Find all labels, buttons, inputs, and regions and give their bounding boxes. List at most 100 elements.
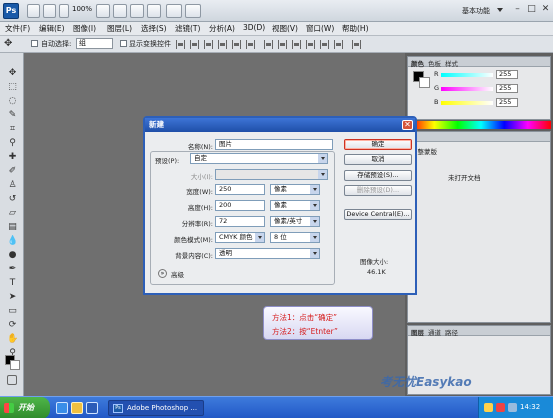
move-tool-icon[interactable]: ✥ [4, 38, 12, 50]
auto-select-checkbox[interactable] [31, 40, 38, 47]
hand-tool-button[interactable] [96, 4, 110, 18]
marquee-tool-icon[interactable]: ⬚ [7, 82, 18, 92]
bit-depth-dropdown[interactable]: 8 位 [270, 232, 320, 243]
name-field[interactable]: 图片 [215, 139, 333, 150]
channel-r-slider[interactable] [441, 73, 493, 77]
history-brush-tool-icon[interactable]: ↺ [7, 194, 18, 204]
move-tool-icon[interactable]: ✥ [7, 68, 18, 78]
eraser-tool-icon[interactable]: ▱ [7, 208, 18, 218]
resolution-field[interactable]: 72 [215, 216, 265, 227]
tray-volume-icon[interactable] [508, 403, 517, 412]
distribute-hcenter-icon[interactable] [320, 40, 329, 49]
tab-styles[interactable]: 样式 [445, 58, 458, 68]
ok-button[interactable]: 确定 [344, 139, 412, 150]
preset-dropdown[interactable]: 自定 [190, 153, 328, 164]
maximize-button[interactable]: □ [525, 4, 538, 16]
quick-mask-icon[interactable] [7, 375, 17, 385]
save-preset-button[interactable]: 存储预设(S)... [344, 170, 412, 181]
distribute-right-icon[interactable] [334, 40, 343, 49]
rotate-view-button[interactable] [130, 4, 144, 18]
zoom-tool-button[interactable] [113, 4, 127, 18]
healing-brush-tool-icon[interactable]: ✚ [7, 152, 18, 162]
align-top-icon[interactable] [176, 40, 185, 49]
width-unit-dropdown[interactable]: 像素 [270, 184, 320, 195]
align-right-icon[interactable] [246, 40, 255, 49]
menu-filter[interactable]: 滤镜(T) [175, 23, 200, 34]
3d-rotate-tool-icon[interactable]: ⟳ [7, 320, 18, 330]
tab-channels[interactable]: 通道 [428, 327, 441, 337]
path-select-tool-icon[interactable]: ➤ [7, 292, 18, 302]
bridge-button[interactable] [27, 4, 40, 18]
resolution-unit-dropdown[interactable]: 像素/英寸 [270, 216, 320, 227]
lasso-tool-icon[interactable]: ◌ [7, 96, 18, 106]
dialog-close-icon[interactable]: ✕ [402, 120, 413, 130]
height-field[interactable]: 200 [215, 200, 265, 211]
tab-layers[interactable]: 图层 [411, 327, 424, 337]
type-tool-icon[interactable]: T [7, 278, 18, 288]
brush-tool-icon[interactable]: ✐ [7, 166, 18, 176]
align-left-icon[interactable] [218, 40, 227, 49]
quick-select-tool-icon[interactable]: ✎ [7, 110, 18, 120]
channel-b-value[interactable]: 255 [496, 98, 518, 107]
channel-b-slider[interactable] [441, 101, 493, 105]
show-transform-checkbox[interactable] [120, 40, 127, 47]
minimize-button[interactable]: – [511, 4, 524, 16]
explorer-quicklaunch-icon[interactable] [71, 402, 83, 414]
cancel-button[interactable]: 取消 [344, 154, 412, 165]
distribute-left-icon[interactable] [306, 40, 315, 49]
taskbar-photoshop-button[interactable]: Ps Adobe Photoshop ... [108, 400, 204, 416]
distribute-vcenter-icon[interactable] [278, 40, 287, 49]
close-button[interactable]: ✕ [539, 4, 552, 16]
ie-quicklaunch-icon[interactable] [56, 402, 68, 414]
menu-select[interactable]: 选择(S) [141, 23, 167, 34]
mini-bridge-button[interactable] [43, 4, 56, 18]
tray-antivirus-icon[interactable] [496, 403, 505, 412]
pen-tool-icon[interactable]: ✒ [7, 264, 18, 274]
menu-help[interactable]: 帮助(H) [342, 23, 369, 34]
guides-button[interactable] [59, 4, 69, 18]
clone-stamp-tool-icon[interactable]: ♙ [7, 180, 18, 190]
dodge-tool-icon[interactable]: ● [7, 250, 18, 260]
color-panel-background-swatch[interactable] [419, 77, 430, 88]
channel-g-value[interactable]: 255 [496, 84, 518, 93]
height-unit-dropdown[interactable]: 像素 [270, 200, 320, 211]
align-bottom-icon[interactable] [204, 40, 213, 49]
menu-analysis[interactable]: 分析(A) [209, 23, 235, 34]
menu-layer[interactable]: 图层(L) [107, 23, 132, 34]
menu-view[interactable]: 视图(V) [272, 23, 298, 34]
menu-3d[interactable]: 3D(D) [243, 23, 265, 32]
gradient-tool-icon[interactable]: ▤ [7, 222, 18, 232]
menu-edit[interactable]: 编辑(E) [39, 23, 65, 34]
screen-mode-toggle[interactable] [185, 4, 201, 18]
crop-tool-icon[interactable]: ⌗ [7, 124, 18, 134]
tray-network-icon[interactable] [484, 403, 493, 412]
distribute-top-icon[interactable] [264, 40, 273, 49]
channel-g-slider[interactable] [441, 87, 493, 91]
eyedropper-tool-icon[interactable]: ⚲ [7, 138, 18, 148]
arrange-documents-button[interactable] [166, 4, 182, 18]
width-field[interactable]: 250 [215, 184, 265, 195]
color-spectrum-ramp[interactable] [411, 121, 551, 129]
screen-mode-button[interactable] [147, 4, 161, 18]
auto-align-icon[interactable] [352, 40, 361, 49]
align-hcenter-icon[interactable] [232, 40, 241, 49]
blur-tool-icon[interactable]: 💧 [7, 236, 18, 246]
background-color-swatch[interactable] [10, 360, 20, 370]
color-mode-dropdown[interactable]: CMYK 颜色 [215, 232, 265, 243]
menu-file[interactable]: 文件(F) [5, 23, 30, 34]
zoom-level[interactable]: 100% [72, 5, 92, 13]
delete-preset-button[interactable]: 删除预设(D)... [344, 185, 412, 196]
tab-paths[interactable]: 路径 [445, 327, 458, 337]
device-central-button[interactable]: Device Central(E)... [344, 209, 412, 220]
align-vcenter-icon[interactable] [190, 40, 199, 49]
workspace-switcher[interactable]: 基本功能 [462, 6, 490, 16]
workspace-chevron-icon[interactable] [497, 8, 503, 12]
tab-color[interactable]: 颜色 [411, 58, 424, 68]
advanced-label[interactable]: 高级 [171, 269, 184, 279]
menu-window[interactable]: 窗口(W) [306, 23, 334, 34]
distribute-bottom-icon[interactable] [292, 40, 301, 49]
tab-swatches[interactable]: 色板 [428, 58, 441, 68]
menu-image[interactable]: 图像(I) [73, 23, 96, 34]
word-quicklaunch-icon[interactable] [86, 402, 98, 414]
channel-r-value[interactable]: 255 [496, 70, 518, 79]
